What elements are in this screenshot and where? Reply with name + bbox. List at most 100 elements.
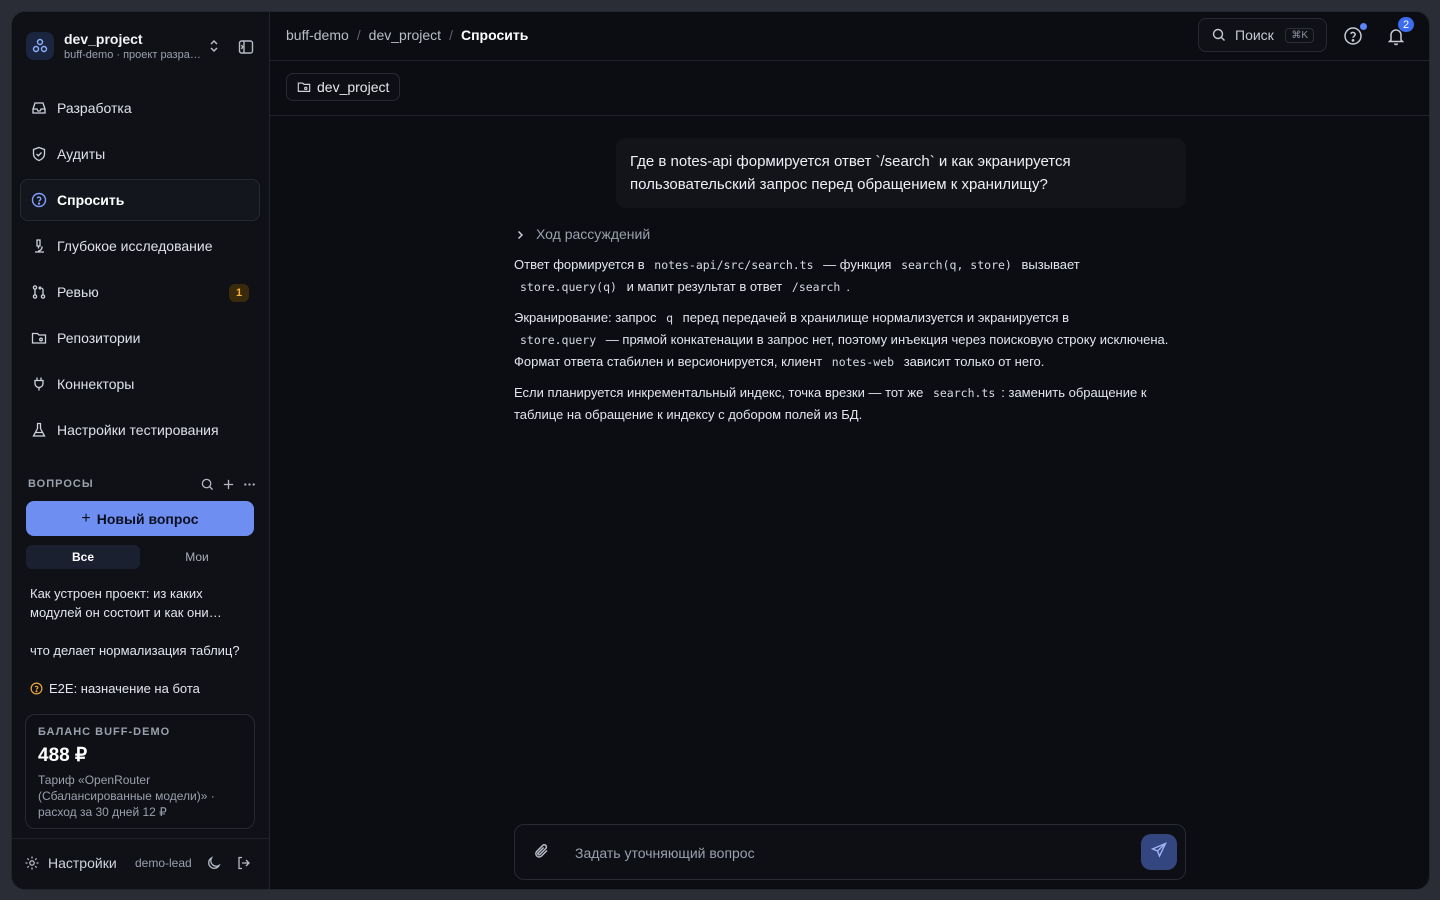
breadcrumb-project[interactable]: dev_project xyxy=(369,27,441,43)
sidebar-item-label: Спросить xyxy=(57,192,125,208)
top-bar: buff-demo / dev_project / Спросить Поиск… xyxy=(270,12,1429,61)
answer-text: вызывает xyxy=(1021,257,1080,272)
repo-chip[interactable]: dev_project xyxy=(286,73,401,101)
breadcrumb-current: Спросить xyxy=(460,27,529,43)
send-button[interactable] xyxy=(1141,834,1177,870)
list-item[interactable]: Как устроен проект: из каких модулей он … xyxy=(30,584,240,622)
breadcrumb-separator: / xyxy=(449,27,453,43)
answer-paragraph: Ответ формируется в notes-api/src/search… xyxy=(514,254,1194,298)
follow-up-input[interactable] xyxy=(573,835,1127,871)
answer-text: Ответ формируется в xyxy=(514,257,645,272)
sidebar-item-repositories[interactable]: Репозитории xyxy=(20,317,260,359)
warning-circle-icon xyxy=(30,682,43,695)
new-question-button[interactable]: + Новый вопрос xyxy=(26,501,254,536)
list-item[interactable]: E2E: назначение на бота xyxy=(30,679,240,698)
shield-icon xyxy=(31,146,47,162)
search-icon xyxy=(1212,28,1226,42)
new-question-label: Новый вопрос xyxy=(96,510,199,527)
questions-list: Как устроен проект: из каких модулей он … xyxy=(30,584,240,717)
tab-mine[interactable]: Мои xyxy=(140,545,254,569)
code-span: /search xyxy=(791,280,841,294)
flask-icon xyxy=(31,422,47,438)
help-indicator-dot xyxy=(1360,23,1367,30)
reasoning-label: Ход рассуждений xyxy=(536,226,651,242)
code-span: notes-api/src/search.ts xyxy=(654,258,814,272)
sidebar-item-ask[interactable]: Спросить xyxy=(20,179,260,221)
chevron-up-down-icon[interactable] xyxy=(206,37,222,55)
sidebar-item-label: Коннекторы xyxy=(57,376,135,392)
sidebar-item-label: Репозитории xyxy=(57,330,141,346)
list-item-label: E2E: назначение на бота xyxy=(49,681,200,696)
folder-git-icon xyxy=(31,330,47,346)
code-span: notes-web xyxy=(831,355,895,369)
answer-text: Экранирование: запрос xyxy=(514,310,657,325)
balance-label: БАЛАНС BUFF-DEMO xyxy=(38,726,171,738)
answer-text: — функция xyxy=(823,257,892,272)
plus-icon[interactable] xyxy=(222,478,235,491)
assistant-answer: Ответ формируется в notes-api/src/search… xyxy=(514,254,1194,434)
sidebar-item-connectors[interactable]: Коннекторы xyxy=(20,363,260,405)
review-count-badge: 1 xyxy=(229,284,249,302)
sidebar-item-label: Аудиты xyxy=(57,146,106,162)
tab-all[interactable]: Все xyxy=(26,545,140,569)
sidebar-item-label: Глубокое исследование xyxy=(57,238,213,254)
app-window: dev_project buff-demo · проект разработк… xyxy=(11,11,1430,890)
sidebar-item-audits[interactable]: Аудиты xyxy=(20,133,260,175)
code-span: search(q, store) xyxy=(901,258,1012,272)
plus-icon: + xyxy=(81,509,91,527)
breadcrumb-org[interactable]: buff-demo xyxy=(286,27,349,43)
send-icon xyxy=(1150,841,1167,863)
repo-bar: dev_project xyxy=(270,61,1429,116)
sidebar-item-label: Ревью xyxy=(57,284,99,300)
plug-icon xyxy=(31,376,47,392)
answer-paragraph: Если планируется инкрементальный индекс,… xyxy=(514,382,1194,425)
chevron-right-icon xyxy=(514,228,526,240)
balance-value: 488 ₽ xyxy=(38,745,88,766)
repo-chip-label: dev_project xyxy=(317,79,390,95)
balance-card: БАЛАНС BUFF-DEMO 488 ₽ Тариф «OpenRouter… xyxy=(25,714,255,829)
sidebar-item-review[interactable]: Ревью 1 xyxy=(20,271,260,313)
logout-icon[interactable] xyxy=(236,855,252,871)
help-icon[interactable] xyxy=(1343,26,1363,46)
sidebar-item-development[interactable]: Разработка xyxy=(20,87,260,129)
git-pull-request-icon xyxy=(31,284,47,300)
sidebar: dev_project buff-demo · проект разработк… xyxy=(12,12,270,889)
questions-filter-tabs: Все Мои xyxy=(26,545,254,569)
chat-area: Где в notes-api формируется ответ `/sear… xyxy=(270,116,1429,889)
current-user: demo-lead xyxy=(135,856,192,870)
answer-text: зависит только от него. xyxy=(903,354,1045,369)
folder-git-icon xyxy=(297,80,311,94)
settings-link[interactable]: Настройки xyxy=(48,855,117,871)
questions-header: ВОПРОСЫ xyxy=(28,477,256,491)
answer-text: перед передачей в хранилище нормализуетс… xyxy=(682,310,1070,325)
answer-paragraph: Экранирование: запрос q перед передачей … xyxy=(514,307,1194,373)
search-icon[interactable] xyxy=(201,478,214,491)
breadcrumb: buff-demo / dev_project / Спросить xyxy=(286,27,528,43)
code-span: q xyxy=(666,311,674,325)
search-label: Поиск xyxy=(1235,27,1274,43)
question-circle-icon xyxy=(31,192,47,208)
reasoning-toggle[interactable]: Ход рассуждений xyxy=(514,226,650,242)
gear-icon[interactable] xyxy=(24,855,40,871)
sidebar-collapse-icon[interactable] xyxy=(237,38,255,56)
answer-text: . xyxy=(846,279,850,294)
moon-icon[interactable] xyxy=(206,855,222,871)
sidebar-item-test-settings[interactable]: Настройки тестирования xyxy=(20,409,260,451)
answer-text: Если планируется инкрементальный индекс,… xyxy=(514,385,924,400)
sidebar-item-label: Разработка xyxy=(57,100,132,116)
search-button[interactable]: Поиск ⌘K xyxy=(1198,18,1327,52)
sidebar-nav: Разработка Аудиты Спросить Глубокое иссл… xyxy=(20,87,260,455)
code-span: store.query(q) xyxy=(520,280,617,294)
composer xyxy=(514,824,1186,880)
sidebar-footer: Настройки demo-lead xyxy=(12,838,269,889)
answer-text: и мапит результат в ответ xyxy=(626,279,783,294)
sidebar-item-deep-research[interactable]: Глубокое исследование xyxy=(20,225,260,267)
project-switcher[interactable]: dev_project buff-demo · проект разработк… xyxy=(26,28,259,64)
paperclip-icon[interactable] xyxy=(533,842,551,860)
project-name: dev_project xyxy=(64,31,143,47)
questions-title: ВОПРОСЫ xyxy=(28,478,94,490)
list-item[interactable]: что делает нормализация таблиц? xyxy=(30,641,240,660)
code-span: search.ts xyxy=(932,386,996,400)
more-horizontal-icon[interactable] xyxy=(243,478,256,491)
code-span: store.query xyxy=(520,333,597,347)
